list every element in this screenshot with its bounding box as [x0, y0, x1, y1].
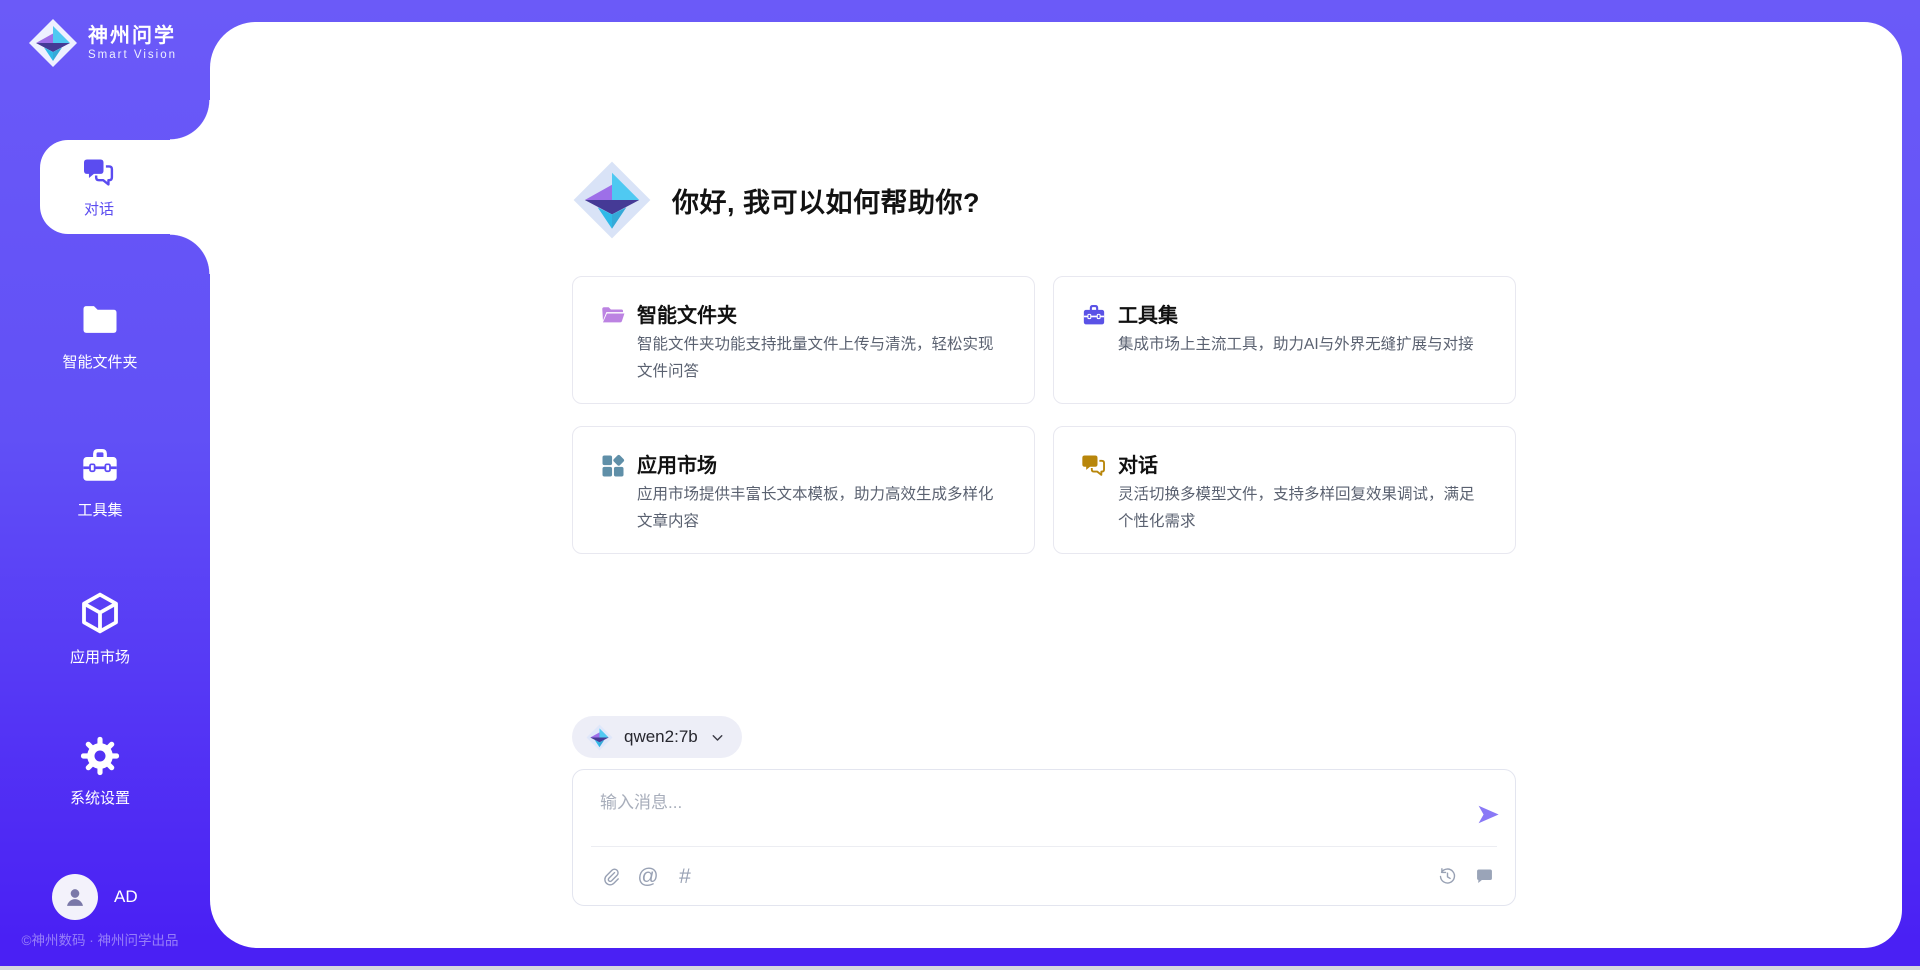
mention-button[interactable]: @ [637, 864, 659, 888]
card-description: 应用市场提供丰富长文本模板，助力高效生成多样化文章内容 [637, 481, 1008, 535]
send-icon [1475, 801, 1502, 828]
sidebar-item-label: 智能文件夹 [62, 351, 137, 372]
sidebar-item-app-market[interactable]: 应用市场 [0, 589, 200, 667]
chevron-down-icon [709, 729, 726, 746]
cube-icon [76, 589, 124, 637]
diamond-logo-icon [572, 160, 652, 240]
card-description: 智能文件夹功能支持批量文件上传与清洗，轻松实现文件问答 [637, 331, 1008, 385]
market-icon [599, 452, 627, 480]
model-name: qwen2:7b [624, 727, 698, 747]
sidebar-item-smart-folder[interactable]: 智能文件夹 [0, 298, 200, 372]
card-chat[interactable]: 对话 灵活切换多模型文件，支持多样回复效果调试，满足个性化需求 [1053, 426, 1516, 554]
card-app-market[interactable]: 应用市场 应用市场提供丰富长文本模板，助力高效生成多样化文章内容 [572, 426, 1035, 554]
card-title: 工具集 [1118, 299, 1178, 328]
sidebar-item-toolbox[interactable]: 工具集 [0, 444, 200, 520]
sidebar-item-label: 应用市场 [70, 646, 130, 667]
message-input[interactable] [600, 788, 1430, 840]
sidebar-item-settings[interactable]: 系统设置 [0, 734, 200, 808]
greeting-block: 你好, 我可以如何帮助你? [572, 160, 980, 240]
message-composer: @ # [572, 769, 1516, 906]
new-chat-button[interactable] [1473, 864, 1495, 888]
diamond-logo-icon [586, 724, 613, 751]
brand-name: 神州问学 [88, 25, 177, 47]
paperclip-icon [601, 866, 622, 887]
sidebar-item-label: 工具集 [77, 499, 122, 520]
send-button[interactable] [1475, 801, 1502, 828]
main-panel: 你好, 我可以如何帮助你? 智能文件夹 智能文件夹功能支持批量文件上传与清洗，轻… [210, 22, 1902, 948]
sidebar-item-label: 系统设置 [70, 787, 130, 808]
folder-icon [78, 298, 122, 342]
history-button[interactable] [1436, 864, 1458, 888]
person-icon [61, 883, 89, 911]
card-title: 对话 [1118, 449, 1158, 478]
folder-icon [599, 302, 627, 330]
history-icon [1437, 866, 1458, 887]
card-title: 应用市场 [637, 449, 717, 478]
avatar [52, 874, 98, 920]
sidebar-item-chat[interactable]: 对话 [40, 140, 210, 234]
user-profile[interactable]: AD [52, 874, 138, 920]
card-title: 智能文件夹 [637, 299, 737, 328]
comment-icon [1474, 866, 1495, 887]
card-description: 灵活切换多模型文件，支持多样回复效果调试，满足个性化需求 [1118, 481, 1489, 535]
sidebar-item-label: 对话 [84, 198, 114, 219]
card-smart-folder[interactable]: 智能文件夹 智能文件夹功能支持批量文件上传与清洗，轻松实现文件问答 [572, 276, 1035, 404]
page-bottom-edge [0, 966, 1920, 970]
model-selector[interactable]: qwen2:7b [572, 716, 742, 758]
toolbox-icon [1080, 302, 1108, 330]
feature-cards: 智能文件夹 智能文件夹功能支持批量文件上传与清洗，轻松实现文件问答 工具集 集成… [572, 276, 1516, 554]
chat-icon [1080, 452, 1108, 480]
greeting-title: 你好, 我可以如何帮助你? [672, 181, 980, 220]
gear-icon [78, 734, 122, 778]
brand-logo: 神州问学 Smart Vision [28, 18, 177, 68]
card-description: 集成市场上主流工具，助力AI与外界无缝扩展与对接 [1118, 331, 1489, 358]
chat-icon [81, 155, 117, 191]
diamond-logo-icon [28, 18, 78, 68]
attach-file-button[interactable] [600, 864, 622, 888]
sidebar: 神州问学 Smart Vision 对话 智能文件夹 工具集 [0, 0, 210, 970]
topic-button[interactable]: # [674, 864, 696, 888]
copyright-footer: ©神州数码 · 神州问学出品 [0, 929, 200, 949]
toolbox-icon [77, 444, 123, 490]
brand-subtitle: Smart Vision [88, 49, 177, 61]
user-initials: AD [114, 887, 138, 907]
card-toolbox[interactable]: 工具集 集成市场上主流工具，助力AI与外界无缝扩展与对接 [1053, 276, 1516, 404]
